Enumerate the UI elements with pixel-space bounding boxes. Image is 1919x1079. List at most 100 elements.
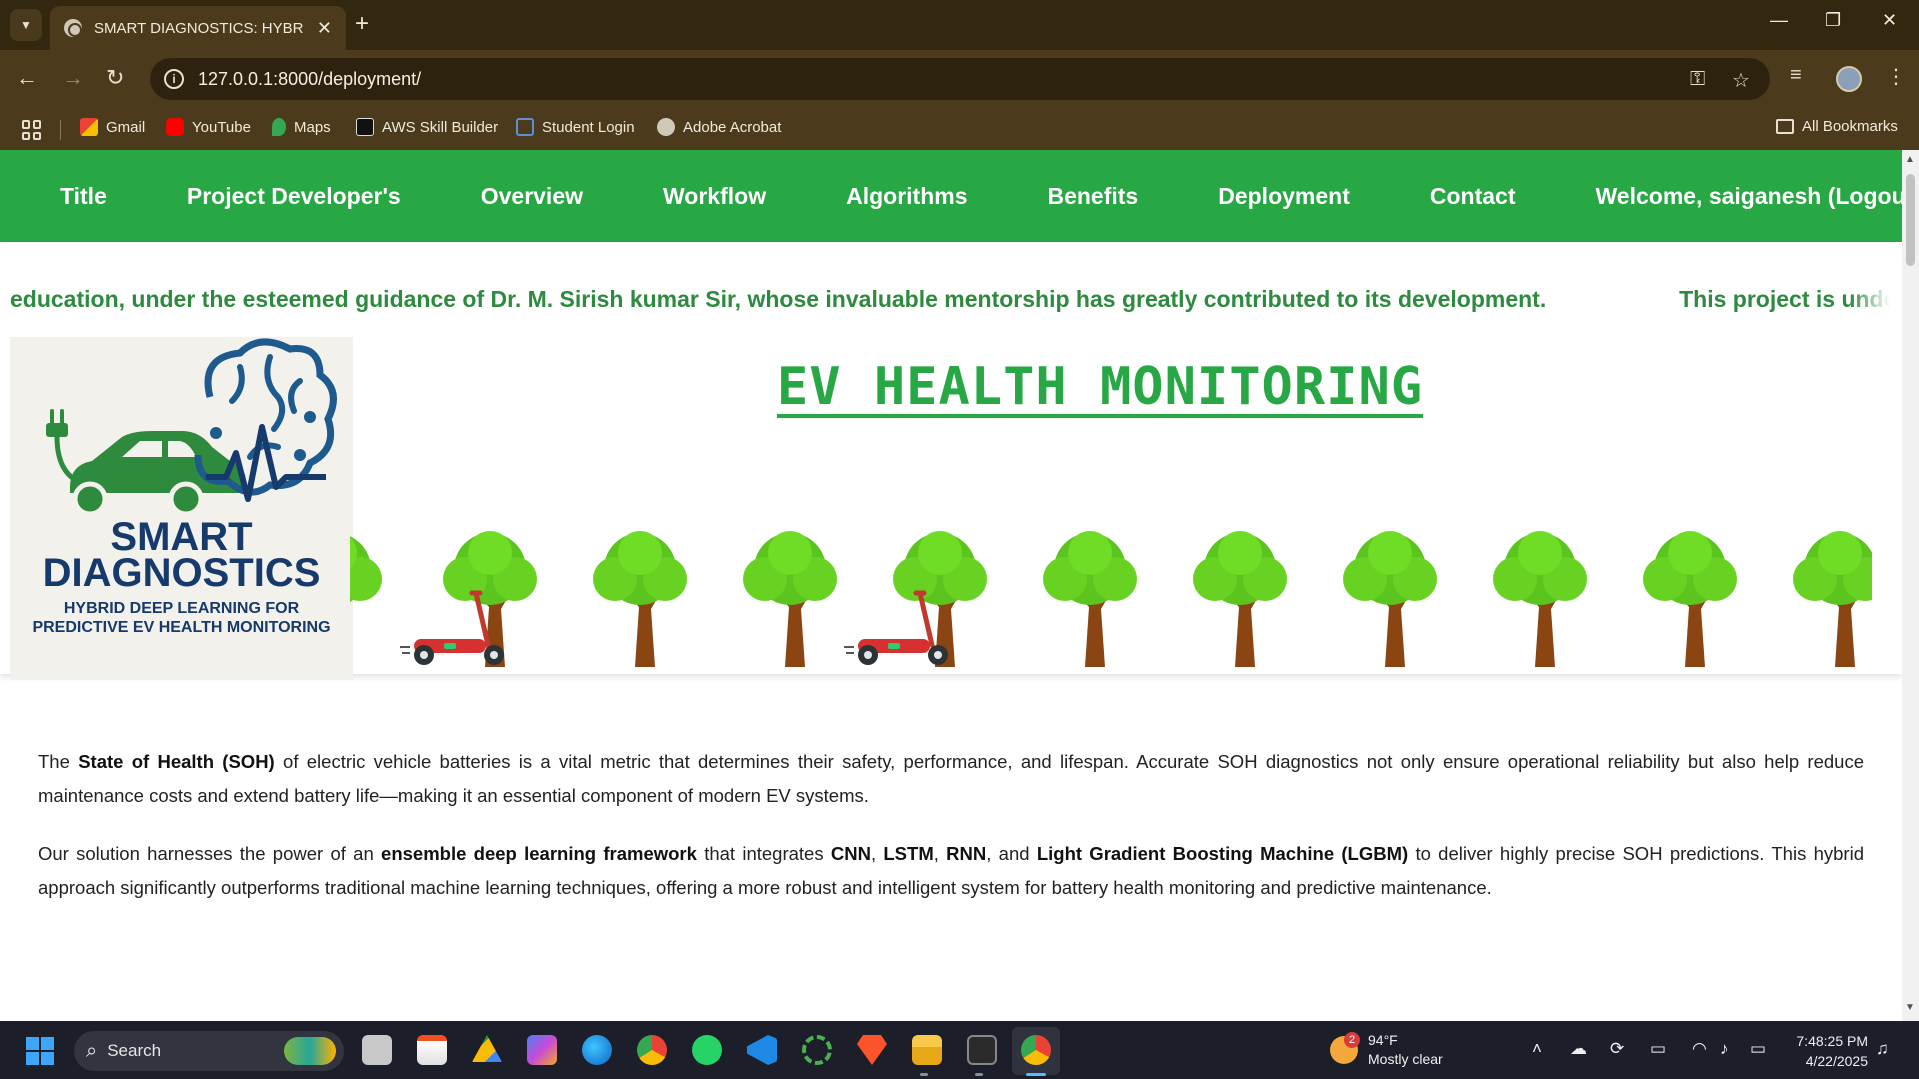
logo-line-diagnostics: DIAGNOSTICS [42,551,321,595]
bookmark-youtube[interactable]: YouTube [166,118,251,136]
chrome-icon[interactable] [1021,1035,1051,1065]
globe-icon [657,118,675,136]
weather-desc: Mostly clear [1368,1051,1443,1067]
page-scrollbar[interactable]: ▲ ▼ [1902,150,1919,1021]
folder-icon [1776,119,1794,134]
vscode-icon[interactable] [747,1035,777,1065]
back-arrow-icon[interactable]: ← [16,64,38,92]
bookmark-label: AWS Skill Builder [382,118,499,136]
bookmark-label: Gmail [106,118,146,136]
scrolling-marquee: education, under the esteemed guidance o… [10,286,1890,320]
url-text[interactable]: 127.0.0.1:8000/deployment/ [198,69,421,90]
overview-paragraph-1: The State of Health (SOH) of electric ve… [38,751,1864,806]
browser-toolbar: ← → ↻ i 127.0.0.1:8000/deployment/ ⚿ ☆ ≡… [0,50,1919,108]
student-login-icon [516,118,534,136]
password-key-icon[interactable]: ⚿ [1690,68,1705,91]
task-view-icon[interactable] [362,1035,392,1065]
running-app-indicator [975,1073,983,1076]
chrome-icon[interactable] [637,1035,667,1065]
windows-taskbar: ⌕ Search 2 94°F Mostly clear ˄ ☁ ⟳ ▭ ◠ ♪… [0,1021,1919,1079]
logo-line-smart: SMART [110,515,253,559]
bookmarks-divider [60,120,61,140]
volume-icon[interactable]: ♪ [1720,1039,1729,1059]
wifi-icon[interactable]: ◠ [1692,1039,1707,1059]
microsoft-store-icon[interactable] [417,1035,447,1065]
nav-algorithms[interactable]: Algorithms [846,183,967,210]
windows-start-icon[interactable] [26,1037,54,1065]
apps-grid-icon[interactable] [22,120,42,140]
google-drive-icon[interactable] [472,1035,502,1062]
bookmark-star-icon[interactable]: ☆ [1732,68,1750,93]
web-page: Title Project Developer's Overview Workf… [0,150,1902,1021]
tray-chevron-up-icon[interactable]: ˄ [1532,1039,1542,1059]
edge-icon[interactable] [582,1035,612,1065]
copilot-icon[interactable] [527,1035,557,1065]
hero-banner: education, under the esteemed guidance o… [0,242,1902,680]
scroll-up-arrow-icon[interactable]: ▲ [1905,154,1915,165]
loading-app-icon[interactable] [802,1035,832,1065]
battery-icon[interactable]: ▭ [1750,1039,1766,1059]
tree-icon [350,536,382,667]
nav-overview[interactable]: Overview [481,183,583,210]
terminal-icon[interactable] [967,1035,997,1065]
weather-moon-icon: 2 [1330,1032,1360,1064]
animated-trees-strip [350,527,1872,667]
bookmark-maps[interactable]: Maps [272,118,331,136]
tab-close-icon[interactable]: ✕ [317,18,332,39]
nav-deployment[interactable]: Deployment [1218,183,1350,210]
marquee-text: education, under the esteemed guidance o… [10,286,1547,312]
running-app-indicator [920,1073,928,1076]
nav-logout[interactable]: Welcome, saiganesh (Logout) [1596,183,1903,210]
clock-date: 4/22/2025 [1805,1053,1868,1069]
globe-icon [64,19,82,37]
all-bookmarks-label: All Bookmarks [1802,118,1898,135]
forward-arrow-icon[interactable]: → [62,64,84,92]
site-info-icon[interactable]: i [164,69,184,89]
system-clock[interactable]: 7:48:25 PM 4/22/2025 [1780,1031,1868,1071]
tree-icon [593,531,687,667]
bookmark-aws[interactable]: AWS Skill Builder [356,118,498,136]
weather-widget[interactable]: 2 94°F Mostly clear [1330,1031,1443,1069]
smart-diagnostics-logo: SMART DIAGNOSTICS HYBRID DEEP LEARNING F… [10,337,353,680]
restore-icon[interactable]: ❐ [1825,10,1841,31]
onedrive-icon[interactable]: ☁ [1570,1039,1587,1059]
brave-icon[interactable] [857,1035,887,1065]
tab-search-chevron-icon[interactable]: ▼ [10,9,42,41]
clock-time: 7:48:25 PM [1796,1033,1868,1049]
profile-avatar[interactable] [1836,66,1862,92]
address-bar[interactable]: i 127.0.0.1:8000/deployment/ ⚿ ☆ [150,58,1770,100]
bookmark-label: Student Login [542,118,635,136]
window-close-icon[interactable]: ✕ [1882,10,1897,31]
scroll-thumb[interactable] [1906,174,1915,266]
bookmark-adobe-acrobat[interactable]: Adobe Acrobat [657,118,781,136]
file-explorer-icon[interactable] [912,1035,942,1065]
bookmark-student-login[interactable]: Student Login [516,118,635,136]
nav-project-developers[interactable]: Project Developer's [187,183,401,210]
nav-title[interactable]: Title [60,183,107,210]
taskbar-search[interactable]: ⌕ Search [74,1031,344,1071]
tablet-icon[interactable]: ▭ [1650,1039,1666,1059]
overview-paragraph-2: Our solution harnesses the power of an e… [38,843,1864,898]
sync-icon[interactable]: ⟳ [1610,1039,1624,1059]
tab-title: SMART DIAGNOSTICS: HYBRID [94,19,304,37]
reading-list-icon[interactable]: ≡ [1790,64,1802,87]
tree-icon [1343,531,1437,667]
tree-icon [743,531,837,667]
ev-brain-icon [46,338,337,517]
tree-icon [1493,531,1587,667]
nav-contact[interactable]: Contact [1430,183,1516,210]
taskbar-search-label: Search [107,1041,162,1060]
scroll-down-arrow-icon[interactable]: ▼ [1905,1002,1915,1013]
menu-kebab-icon[interactable]: ⋮ [1886,64,1906,89]
bookmark-gmail[interactable]: Gmail [80,118,145,136]
new-tab-button[interactable]: + [355,12,369,36]
nav-benefits[interactable]: Benefits [1047,183,1138,210]
nav-workflow[interactable]: Workflow [663,183,766,210]
whatsapp-icon[interactable] [692,1035,722,1065]
gmail-icon [80,118,98,136]
notification-bell-icon[interactable]: ♫ [1876,1039,1889,1059]
minimize-icon[interactable]: — [1770,10,1788,31]
reload-icon[interactable]: ↻ [106,64,124,92]
all-bookmarks-button[interactable]: All Bookmarks [1776,118,1898,135]
browser-tab-active[interactable]: SMART DIAGNOSTICS: HYBRID ✕ [50,6,346,50]
